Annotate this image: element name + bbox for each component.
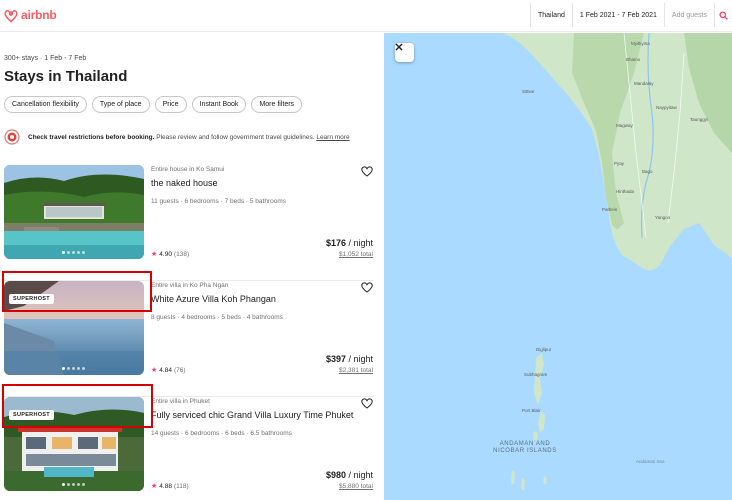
listing-title[interactable]: White Azure Villa Koh Phangan	[151, 294, 276, 304]
price-unit: / night	[345, 470, 373, 480]
map-place-label: Hinthada	[616, 189, 635, 194]
photo-carousel-dots[interactable]	[62, 251, 85, 254]
alert-text: Please review and follow government trav…	[156, 133, 315, 141]
map-place-label: Mandalay	[634, 81, 654, 86]
listing-price: $980 / night	[326, 470, 373, 480]
travel-alert: Check travel restrictions before booking…	[4, 129, 350, 145]
star-icon: ★	[151, 483, 158, 490]
heart-icon[interactable]	[361, 398, 373, 409]
map-place-label: Pyay	[614, 161, 625, 166]
listing-photo-image	[4, 165, 144, 259]
map-place-label: Bhamo	[626, 57, 641, 62]
map-region-label: ANDAMAN AND NICOBAR ISLANDS	[493, 441, 557, 454]
search-guests[interactable]: Add guests	[665, 3, 715, 27]
star-icon: ★	[151, 367, 158, 374]
filter-price[interactable]: Price	[154, 96, 187, 113]
filter-more[interactable]: More filters	[251, 96, 303, 113]
photo-carousel-dots[interactable]	[62, 483, 85, 486]
listing-details: 14 guests · 6 bedrooms · 6 beds · 6.5 ba…	[151, 430, 292, 437]
star-icon: ★	[151, 251, 158, 258]
listing-total[interactable]: $2,381 total	[339, 367, 373, 374]
listing-card[interactable]: Entire house in Ko Samui the naked house…	[0, 165, 384, 281]
map-place-label: Yangon	[655, 215, 671, 220]
stays-count: 300+ stays · 1 Feb - 7 Feb	[4, 55, 87, 62]
listing-total[interactable]: $1,052 total	[339, 251, 373, 258]
listing-rating: ★ 4.90 (138)	[151, 250, 190, 259]
listing-rating: ★ 4.84 (76)	[151, 366, 186, 375]
map-sea-label: Andaman Sea	[636, 459, 665, 464]
price-unit: / night	[345, 238, 373, 248]
map-place-label: Naypyitaw	[656, 105, 677, 110]
map-place-label: Myitkyina	[631, 41, 650, 46]
heart-icon[interactable]	[361, 282, 373, 293]
review-count: (118)	[173, 482, 189, 490]
listing-type: Entire villa in Phuket	[151, 398, 210, 405]
search-location[interactable]: Thailand	[531, 3, 573, 27]
map-place-label: Diglipur	[536, 347, 552, 352]
rating-value: 4.84	[159, 366, 172, 374]
rating-value: 4.90	[159, 250, 172, 258]
heart-icon[interactable]	[361, 166, 373, 177]
filter-cancellation[interactable]: Cancellation flexibility	[4, 96, 87, 113]
price-value: $397	[325, 354, 346, 364]
map-place-label: Sittwe	[522, 89, 535, 94]
map-place-label: Magway	[616, 123, 633, 128]
logo-text: airbnb	[21, 8, 57, 22]
close-icon	[395, 43, 403, 51]
listing-photo[interactable]	[4, 165, 144, 259]
photo-carousel-dots[interactable]	[62, 367, 85, 370]
learn-more-link[interactable]: Learn more	[316, 134, 349, 141]
map-panel[interactable]: Myitkyina Bhamo Mandalay Naypyitaw Taung…	[384, 33, 732, 500]
airbnb-logo[interactable]: airbnb	[4, 7, 57, 23]
results-panel: 300+ stays · 1 Feb - 7 Feb Stays in Thai…	[0, 33, 384, 500]
review-count: (76)	[173, 366, 186, 374]
review-count: (138)	[173, 250, 190, 258]
map-place-label: Pathein	[602, 207, 618, 212]
map-place-label: Bago	[642, 169, 653, 174]
listing-type: Entire villa in Ko Pha Ngan	[151, 282, 229, 289]
top-header: airbnb Thailand 1 Feb 2021 - 7 Feb 2021 …	[0, 0, 732, 32]
listing-type: Entire house in Ko Samui	[151, 166, 225, 173]
search-icon	[719, 10, 728, 20]
superhost-highlight-box	[2, 384, 153, 428]
search-bar[interactable]: Thailand 1 Feb 2021 - 7 Feb 2021 Add gue…	[530, 3, 732, 27]
price-unit: / night	[345, 354, 373, 364]
search-dates[interactable]: 1 Feb 2021 - 7 Feb 2021	[573, 3, 665, 27]
superhost-highlight-box	[2, 271, 152, 312]
travel-restriction-icon	[4, 129, 20, 145]
listing-rating: ★ 4.88 (118)	[151, 482, 189, 491]
listing-total[interactable]: $5,880 total	[339, 483, 373, 490]
listing-details: 8 guests · 4 bedrooms · 5 beds · 4 bathr…	[151, 314, 283, 321]
map-place-label: Port Blair	[522, 408, 541, 413]
map-place-label: Subhagram	[524, 372, 548, 377]
price-value: $980	[325, 470, 346, 480]
filter-type-of-place[interactable]: Type of place	[91, 96, 150, 113]
map-place-label: Taunggyi	[690, 117, 709, 122]
airbnb-logo-icon	[4, 10, 18, 23]
listing-price: $397 / night	[326, 354, 373, 364]
listing-price: $176 / night	[326, 238, 373, 248]
listing-title[interactable]: the naked house	[151, 178, 218, 188]
map-close-button[interactable]	[395, 43, 414, 62]
alert-title: Check travel restrictions before booking…	[28, 133, 155, 141]
price-value: $176	[325, 238, 346, 248]
filter-bar: Cancellation flexibility Type of place P…	[4, 96, 303, 113]
page-title: Stays in Thailand	[4, 68, 128, 85]
rating-value: 4.88	[159, 482, 172, 490]
listing-details: 11 guests · 6 bedrooms · 7 beds · 5 bath…	[151, 198, 287, 205]
map-canvas	[504, 33, 732, 491]
filter-instant-book[interactable]: Instant Book	[191, 96, 247, 113]
listing-title[interactable]: Fully serviced chic Grand Villa Luxury T…	[151, 410, 353, 420]
search-button[interactable]	[715, 3, 732, 27]
